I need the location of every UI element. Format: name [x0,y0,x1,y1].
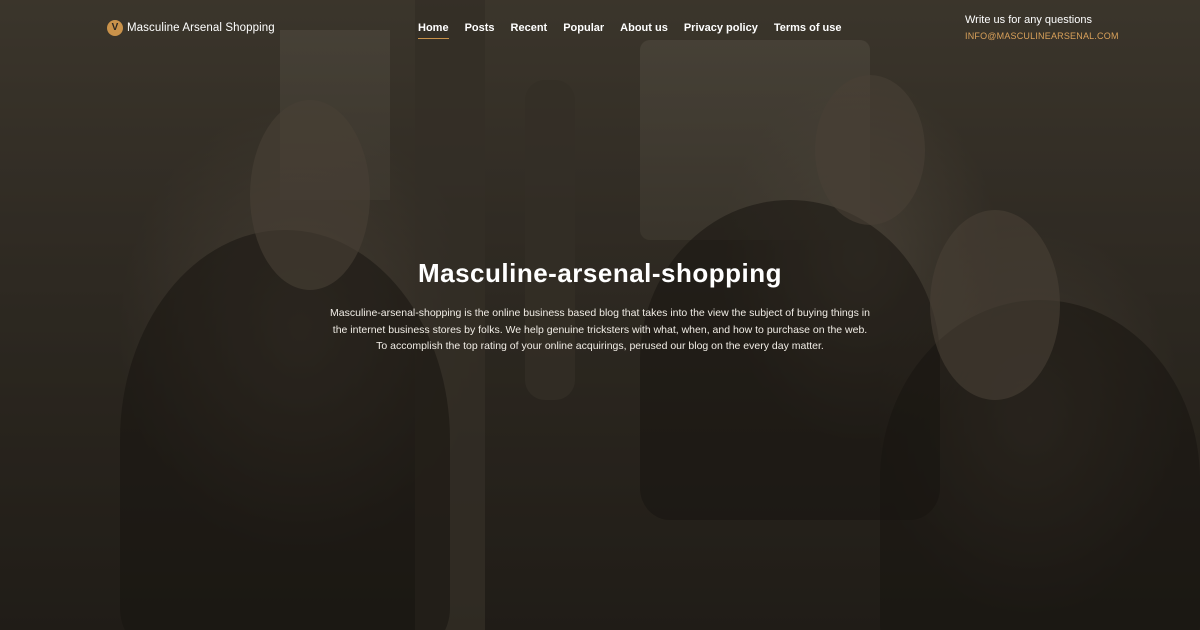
nav-item-popular[interactable]: Popular [563,22,604,39]
nav-item-about-us[interactable]: About us [620,22,668,39]
v-shield-logo-icon: V [107,20,123,36]
nav-item-posts[interactable]: Posts [465,22,495,39]
logo-text: Masculine Arsenal Shopping [127,22,275,34]
hero-section: V Masculine Arsenal Shopping Home Posts … [0,0,1200,630]
hero-description: Masculine-arsenal-shopping is the online… [330,307,870,352]
main-nav: Home Posts Recent Popular About us Priva… [418,22,842,39]
contact-block: Write us for any questions INFO@MASCULIN… [965,14,1119,41]
contact-email-link[interactable]: INFO@MASCULINEARSENAL.COM [965,31,1119,41]
hero-content: Masculine-arsenal-shopping Masculine-ars… [330,258,870,355]
nav-item-terms-of-use[interactable]: Terms of use [774,22,842,39]
nav-item-recent[interactable]: Recent [511,22,548,39]
contact-label: Write us for any questions [965,14,1092,26]
hero-title: Masculine-arsenal-shopping [417,258,783,288]
site-header: V Masculine Arsenal Shopping Home Posts … [0,0,1200,60]
nav-item-home[interactable]: Home [418,22,449,39]
nav-item-privacy-policy[interactable]: Privacy policy [684,22,758,39]
site-logo[interactable]: V Masculine Arsenal Shopping [107,20,275,36]
